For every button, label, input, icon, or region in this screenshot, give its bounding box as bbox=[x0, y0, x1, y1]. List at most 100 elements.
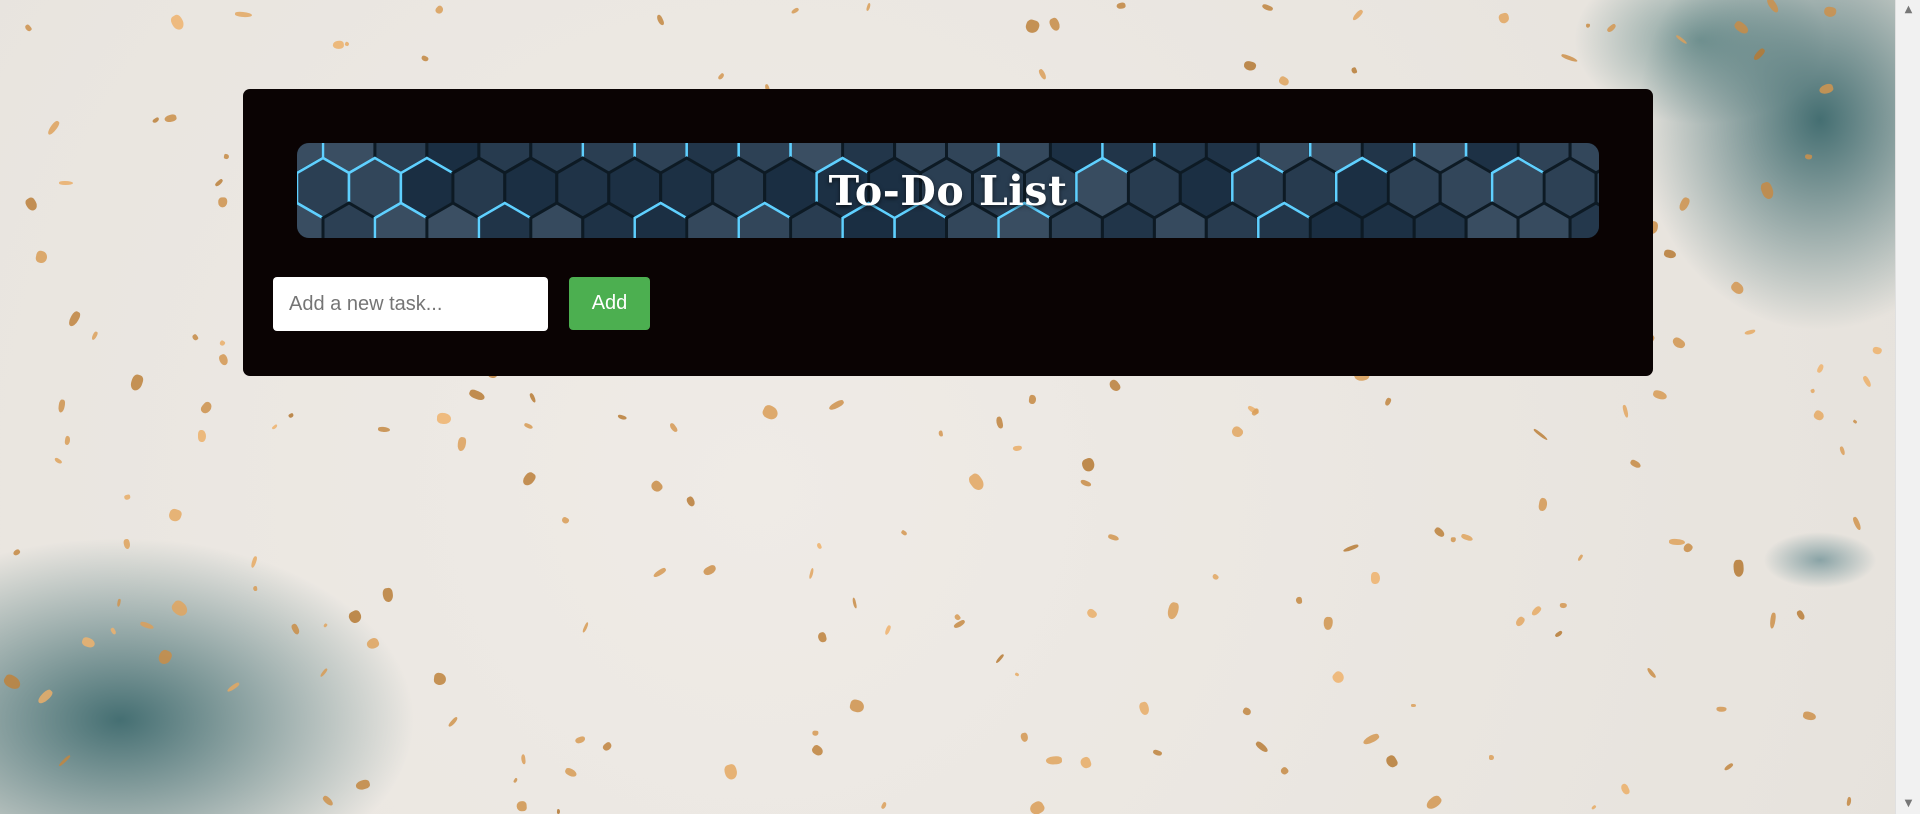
background-speck bbox=[290, 622, 301, 636]
background-speck bbox=[1845, 796, 1852, 807]
background-speck bbox=[1628, 459, 1642, 470]
background-speck bbox=[1, 672, 22, 691]
background-speck bbox=[365, 636, 381, 651]
background-speck bbox=[1037, 68, 1048, 81]
background-speck bbox=[1538, 496, 1549, 511]
background-speck bbox=[1675, 34, 1688, 45]
background-speck bbox=[516, 800, 528, 812]
scroll-down-arrow-icon[interactable]: ▼ bbox=[1896, 794, 1920, 814]
background-speck bbox=[223, 153, 230, 159]
background-speck bbox=[434, 4, 445, 16]
background-speck bbox=[1331, 669, 1347, 685]
background-speck bbox=[1645, 666, 1657, 680]
background-speck bbox=[1497, 11, 1511, 24]
background-speck bbox=[191, 333, 199, 342]
vertical-scrollbar[interactable]: ▲ ▼ bbox=[1895, 0, 1920, 814]
background-speck bbox=[790, 7, 800, 16]
background-speck bbox=[53, 456, 63, 465]
background-speck bbox=[1295, 596, 1303, 605]
background-speck bbox=[1028, 799, 1047, 814]
background-speck bbox=[1758, 181, 1776, 201]
background-speck bbox=[63, 435, 71, 445]
background-speck bbox=[1795, 609, 1806, 622]
background-speck bbox=[214, 178, 224, 188]
background-speck bbox=[1723, 762, 1734, 772]
background-speck bbox=[234, 11, 252, 18]
background-speck bbox=[57, 398, 66, 413]
background-speck bbox=[253, 586, 258, 592]
background-speck bbox=[523, 421, 534, 430]
background-speck bbox=[520, 753, 526, 765]
background-speck bbox=[1560, 52, 1578, 63]
background-speck bbox=[1370, 571, 1380, 584]
background-speck bbox=[1351, 9, 1365, 23]
background-speck bbox=[116, 598, 121, 607]
background-speck bbox=[1802, 710, 1818, 722]
new-task-input[interactable] bbox=[273, 277, 548, 331]
background-speck bbox=[1138, 701, 1151, 716]
background-speck bbox=[1020, 732, 1030, 743]
background-speck bbox=[433, 672, 448, 686]
background-speck bbox=[1677, 196, 1692, 213]
background-speck bbox=[354, 778, 371, 792]
background-speck bbox=[322, 622, 328, 629]
background-speck bbox=[37, 687, 55, 705]
background-speck bbox=[1279, 765, 1290, 776]
background-speck bbox=[346, 608, 364, 626]
background-speck bbox=[1014, 672, 1020, 677]
background-speck bbox=[109, 626, 117, 635]
background-speck bbox=[1577, 554, 1584, 562]
background-speck bbox=[1028, 394, 1037, 405]
background-speck bbox=[1715, 706, 1727, 713]
background-speck bbox=[827, 397, 846, 412]
background-speck bbox=[47, 119, 61, 136]
background-speck bbox=[1424, 793, 1444, 812]
background-speck bbox=[1852, 418, 1858, 424]
background-speck bbox=[321, 794, 335, 808]
background-speck bbox=[556, 808, 560, 814]
background-speck bbox=[1116, 2, 1126, 10]
background-speck bbox=[1261, 3, 1274, 13]
background-speck bbox=[156, 647, 174, 666]
background-speck bbox=[581, 621, 589, 634]
add-task-button[interactable]: Add bbox=[569, 277, 650, 330]
background-speck bbox=[320, 667, 329, 678]
background-speck bbox=[685, 495, 696, 508]
background-speck bbox=[378, 427, 391, 433]
background-speck bbox=[1681, 542, 1695, 555]
page-title: To-Do List bbox=[828, 166, 1068, 215]
background-speck bbox=[1729, 280, 1746, 297]
background-speck bbox=[952, 618, 966, 630]
background-speck bbox=[938, 431, 943, 438]
background-speck bbox=[816, 631, 828, 644]
background-speck bbox=[652, 566, 667, 579]
background-speck bbox=[1554, 630, 1563, 638]
background-speck bbox=[602, 740, 614, 752]
background-speck bbox=[197, 430, 207, 443]
background-speck bbox=[344, 41, 351, 47]
background-speck bbox=[420, 54, 430, 63]
background-speck bbox=[1241, 706, 1252, 717]
background-speck bbox=[168, 13, 186, 32]
background-speck bbox=[1766, 0, 1781, 14]
background-speck bbox=[1242, 60, 1258, 73]
background-speck bbox=[521, 470, 538, 488]
background-speck bbox=[1211, 573, 1220, 581]
background-speck bbox=[332, 40, 345, 49]
background-speck bbox=[152, 116, 161, 124]
background-speck bbox=[1167, 601, 1181, 621]
background-speck bbox=[1590, 804, 1597, 811]
background-speck bbox=[1045, 755, 1063, 766]
background-speck bbox=[966, 472, 987, 493]
background-speck bbox=[1080, 456, 1096, 473]
background-speck bbox=[1804, 154, 1813, 160]
background-speck bbox=[1023, 18, 1041, 35]
background-speck bbox=[810, 743, 825, 758]
background-speck bbox=[669, 422, 679, 434]
background-speck bbox=[1872, 346, 1883, 355]
background-speck bbox=[1751, 46, 1766, 62]
background-speck bbox=[1151, 748, 1163, 757]
scroll-up-arrow-icon[interactable]: ▲ bbox=[1896, 0, 1920, 20]
background-speck bbox=[1410, 703, 1416, 707]
background-speck bbox=[1809, 388, 1815, 394]
